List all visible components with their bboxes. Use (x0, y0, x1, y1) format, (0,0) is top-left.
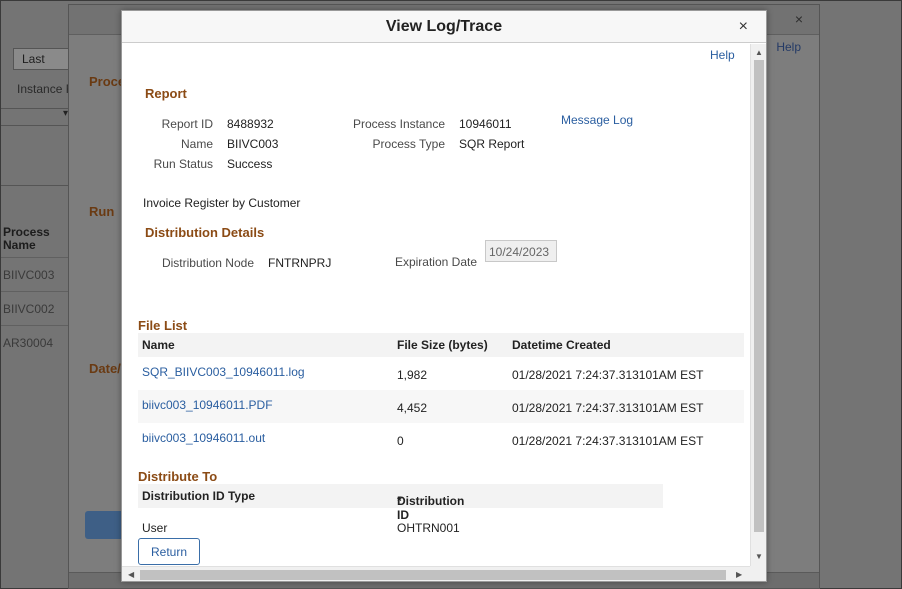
distribution-node-value: FNTRNPRJ (268, 256, 332, 270)
report-id-label: Report ID (161, 117, 213, 131)
report-id-value: 8488932 (227, 117, 274, 131)
return-button[interactable]: Return (138, 538, 200, 565)
file-link[interactable]: biivc003_10946011.PDF (142, 398, 273, 412)
horizontal-scrollbar[interactable]: ◀ ▶ (122, 566, 750, 581)
message-log-link[interactable]: Message Log (561, 113, 633, 127)
file-link[interactable]: biivc003_10946011.out (142, 431, 265, 445)
file-size: 1,982 (397, 368, 428, 382)
file-size: 0 (397, 434, 404, 448)
dialog-header: View Log/Trace × (122, 11, 766, 43)
background-field[interactable] (1, 108, 71, 126)
file-size: 4,452 (397, 401, 428, 415)
table-row: SQR_BIIVC003_10946011.log 1,982 01/28/20… (138, 357, 744, 390)
run-status-value: Success (227, 157, 273, 171)
background-row: BIIVC003 (1, 257, 71, 291)
name-label: Name (180, 137, 213, 151)
table-row: User OHTRN001 (138, 510, 663, 543)
column-header-file-size: File Size (bytes) (397, 338, 488, 352)
distribute-to-title: Distribute To (138, 469, 218, 484)
file-datetime: 01/28/2021 7:24:37.313101AM EST (512, 368, 704, 382)
scrollbar-corner (750, 566, 766, 581)
background-button (85, 511, 125, 539)
expiration-date-label: Expiration Date (394, 255, 477, 269)
background-instance-label: Instance F (17, 82, 74, 96)
close-icon[interactable]: × (739, 18, 748, 36)
process-instance-label: Process Instance (352, 117, 445, 131)
distribution-details-title: Distribution Details (145, 225, 265, 240)
background-help-link: Help (776, 40, 801, 54)
background-divider (1, 185, 71, 186)
scrollbar-thumb[interactable] (140, 570, 726, 580)
dialog-title: View Log/Trace (385, 18, 503, 35)
report-description: Invoice Register by Customer (143, 196, 301, 210)
scroll-left-icon[interactable]: ◀ (128, 570, 134, 579)
background-row: BIIVC002 (1, 291, 71, 325)
view-log-trace-dialog: View Log/Trace × Help Report Report ID 8… (121, 10, 767, 582)
vertical-scrollbar[interactable]: ▲ ▼ (750, 44, 766, 567)
distribution-node-label: Distribution Node (161, 256, 254, 270)
close-icon: × (794, 11, 803, 27)
process-type-label: Process Type (372, 137, 445, 151)
dialog-body: Help Report Report ID 8488932 Name BIIVC… (122, 44, 750, 566)
expiration-date-field: 10/24/2023 (485, 240, 557, 262)
background-row: AR30004 (1, 325, 71, 359)
process-type-value: SQR Report (459, 137, 525, 151)
background-section-title: Proce (89, 74, 126, 89)
help-link[interactable]: Help (710, 48, 735, 62)
scroll-up-icon[interactable]: ▲ (755, 48, 763, 57)
background-column-header: Process Name (3, 225, 50, 252)
distribute-to-header: Distribution ID Type * Distribution ID (138, 484, 663, 522)
file-list-header: Name File Size (bytes) Datetime Created (138, 333, 744, 357)
file-link[interactable]: SQR_BIIVC003_10946011.log (142, 365, 305, 379)
column-header-datetime: Datetime Created (512, 338, 611, 352)
name-value: BIIVC003 (227, 137, 279, 151)
file-datetime: 01/28/2021 7:24:37.313101AM EST (512, 434, 704, 448)
distribution-id: OHTRN001 (397, 521, 460, 535)
report-section-title: Report (145, 86, 187, 101)
table-row: biivc003_10946011.PDF 4,452 01/28/2021 7… (138, 390, 744, 423)
file-list-title: File List (138, 318, 188, 333)
scrollbar-thumb[interactable] (754, 60, 764, 532)
background-section-title: Run (89, 204, 115, 219)
column-header-distribution-id-type: Distribution ID Type (142, 489, 256, 503)
run-status-label: Run Status (153, 157, 213, 171)
scroll-down-icon[interactable]: ▼ (755, 552, 763, 561)
scroll-right-icon[interactable]: ▶ (736, 570, 742, 579)
column-header-name: Name (142, 338, 175, 352)
file-datetime: 01/28/2021 7:24:37.313101AM EST (512, 401, 704, 415)
process-instance-value: 10946011 (459, 117, 512, 131)
distribution-id-type: User (142, 521, 168, 535)
table-row: biivc003_10946011.out 0 01/28/2021 7:24:… (138, 423, 744, 456)
